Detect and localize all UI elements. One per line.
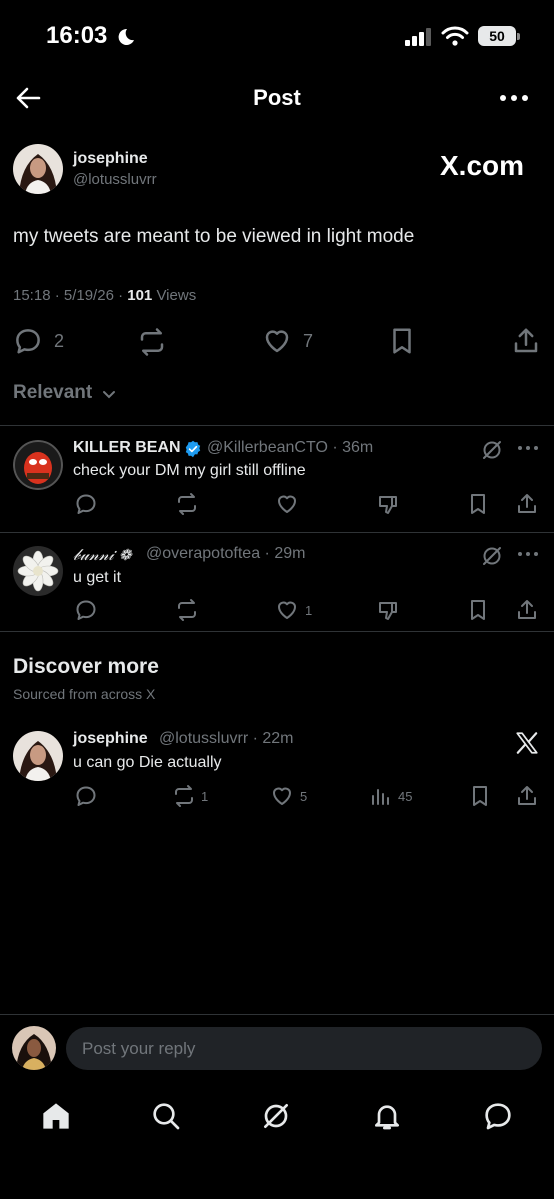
- discover-handle-time: @lotussluvrr · 22m: [159, 730, 294, 747]
- avatar-josephine[interactable]: [13, 731, 63, 781]
- sort-dropdown[interactable]: Relevant: [13, 382, 92, 404]
- avatar-josephine[interactable]: [13, 144, 63, 194]
- reply-count: 2: [54, 331, 65, 351]
- downvote-icon[interactable]: [376, 492, 400, 516]
- bookmark-icon[interactable]: [468, 784, 492, 808]
- divider: [0, 425, 554, 426]
- more-options-icon[interactable]: [516, 547, 540, 561]
- avatar-killer-bean[interactable]: [13, 440, 63, 490]
- section-subtitle: Sourced from across X: [13, 686, 156, 702]
- share-icon[interactable]: [515, 492, 539, 516]
- avatar-current-user[interactable]: [12, 1026, 56, 1070]
- wifi-icon: [441, 26, 469, 46]
- status-time: 16:03: [46, 22, 108, 49]
- grok-icon[interactable]: [260, 1100, 292, 1132]
- reply-text: check your DM my girl still offline: [73, 462, 306, 479]
- signal-icon: [405, 28, 431, 46]
- messages-icon[interactable]: [482, 1100, 514, 1132]
- sort-label: Relevant: [13, 382, 93, 403]
- like-icon[interactable]: [262, 326, 292, 356]
- divider: [0, 532, 554, 533]
- views-chart-icon[interactable]: [369, 784, 393, 808]
- share-icon[interactable]: [515, 598, 539, 622]
- reply-icon[interactable]: [13, 326, 43, 356]
- post-text: my tweets are meant to be viewed in ligh…: [13, 226, 415, 247]
- reply-input[interactable]: [66, 1027, 542, 1070]
- battery-indicator: 50: [478, 26, 520, 46]
- verified-badge-icon: [185, 440, 201, 458]
- author-name[interactable]: josephine: [73, 150, 148, 168]
- divider: [0, 631, 554, 632]
- share-icon[interactable]: [515, 784, 539, 808]
- discover-post-text: u can go Die actually: [73, 754, 222, 771]
- reply-icon[interactable]: [74, 598, 98, 622]
- bookmark-icon[interactable]: [466, 492, 490, 516]
- reply-icon[interactable]: [74, 784, 98, 808]
- chevron-down-icon[interactable]: [101, 386, 117, 402]
- post-timestamp: 15:18 · 5/19/26 ·: [13, 287, 128, 304]
- repost-icon[interactable]: [137, 327, 167, 357]
- like-icon[interactable]: [275, 492, 299, 516]
- discover-author-name[interactable]: josephine: [73, 730, 148, 748]
- notifications-bell-icon[interactable]: [371, 1100, 403, 1132]
- more-options-icon[interactable]: [498, 90, 530, 106]
- section-title: Discover more: [13, 655, 159, 678]
- like-icon[interactable]: [275, 598, 299, 622]
- views-label: Views: [152, 287, 197, 304]
- grok-icon[interactable]: [480, 544, 504, 568]
- reply-icon[interactable]: [74, 492, 98, 516]
- reply-author-name[interactable]: KILLER BEAN: [73, 439, 181, 457]
- bookmark-icon[interactable]: [387, 326, 417, 356]
- like-icon[interactable]: [270, 784, 294, 808]
- downvote-icon[interactable]: [376, 598, 400, 622]
- more-options-icon[interactable]: [516, 441, 540, 455]
- repost-icon[interactable]: [175, 492, 199, 516]
- like-count: 7: [303, 331, 314, 351]
- reply-text: u get it: [73, 569, 122, 586]
- like-count: 5: [300, 789, 308, 804]
- page-title: Post: [253, 85, 301, 110]
- views-count: 45: [398, 789, 413, 804]
- reply-handle-time: @overapotoftea · 29m: [146, 545, 306, 562]
- views-count: 101: [127, 287, 153, 304]
- moon-icon: [118, 28, 134, 45]
- search-icon[interactable]: [150, 1100, 182, 1132]
- grok-icon[interactable]: [480, 438, 504, 462]
- repost-icon[interactable]: [175, 598, 199, 622]
- x-logo-icon: [516, 732, 538, 754]
- reply-input-container[interactable]: [66, 1027, 542, 1070]
- bookmark-icon[interactable]: [466, 598, 490, 622]
- share-icon[interactable]: [511, 326, 541, 356]
- like-count: 1: [305, 603, 313, 618]
- divider: [0, 1014, 554, 1015]
- repost-icon[interactable]: [172, 784, 196, 808]
- home-icon[interactable]: [40, 1100, 72, 1132]
- xcom-brand-logo: X.com: [440, 150, 524, 182]
- repost-count: 1: [201, 789, 209, 804]
- post-meta: 15:18 · 5/19/26 · 101 Views: [13, 287, 196, 304]
- author-handle[interactable]: @lotussluvrr: [73, 171, 157, 188]
- avatar-bunni[interactable]: [13, 546, 63, 596]
- reply-author-name[interactable]: 𝒷𝓊𝓃𝓃𝒾 ❁: [73, 545, 131, 565]
- brand-text: X.com: [440, 150, 525, 181]
- reply-handle-time: @KillerbeanCTO · 36m: [207, 439, 374, 456]
